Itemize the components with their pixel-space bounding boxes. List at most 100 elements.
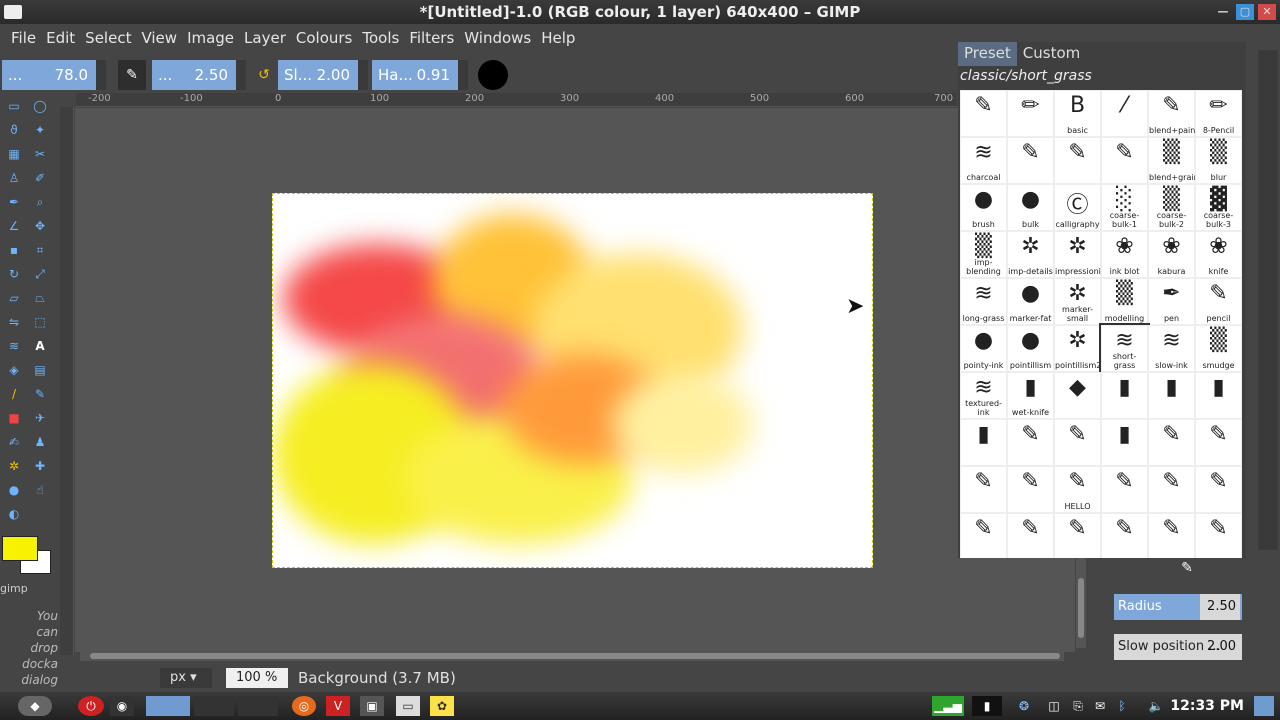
file-manager-icon[interactable]: ▣ [360,696,384,716]
brush-item[interactable]: ✎ [1101,466,1148,513]
brush-item[interactable]: ≋ textured-ink [960,372,1007,419]
brush-item[interactable]: ✎ [1101,513,1148,558]
brush-icon[interactable]: ✎ [118,60,146,90]
brush-item[interactable]: ▮ wet-knife [1007,372,1054,419]
brush-item[interactable]: ▮ [1101,419,1148,466]
menu-edit[interactable]: Edit [46,29,75,47]
cage-icon[interactable]: ⬚ [32,314,48,330]
maximize-icon[interactable]: ▢ [1236,4,1254,20]
brush-item[interactable]: ❀ kabura [1148,231,1195,278]
scissors-icon[interactable]: ✂ [32,146,48,162]
network-icon[interactable]: ❂ [1012,696,1036,716]
brush-item[interactable]: ✏ [1007,90,1054,137]
tray-icon[interactable]: ◫ [1044,696,1064,716]
menu-select[interactable]: Select [85,29,131,47]
task-button[interactable] [238,696,278,716]
vivaldi-icon[interactable]: V [326,696,350,716]
brush-item[interactable]: ● bulk [1007,184,1054,231]
horizontal-scrollbar[interactable] [80,651,1064,661]
gimp-icon[interactable]: ✿ [430,696,454,716]
brush-item[interactable]: ✲ marker-small [1054,278,1101,325]
brush-item[interactable]: ✎ [960,466,1007,513]
brush-item[interactable]: ≋ charcoal [960,137,1007,184]
tray-icon[interactable]: ✉ [1090,696,1110,716]
scroll-thumb[interactable] [1078,578,1084,638]
brush-item[interactable]: ≋ long-grass [960,278,1007,325]
move-icon[interactable]: ✥ [32,218,48,234]
eraser-icon[interactable]: ■ [6,410,22,426]
scroll-thumb[interactable] [90,653,1060,659]
brush-item[interactable]: ◆ [1054,372,1101,419]
brush-item[interactable]: Ⓒcalligraphy [1054,184,1101,231]
brush-item[interactable]: ✎ [1007,466,1054,513]
window-icon[interactable]: ▭ [396,696,420,716]
tray-icon[interactable]: ⎘ [1068,696,1088,716]
brush-item[interactable]: ✎ [1195,419,1242,466]
warp-icon[interactable]: ≋ [6,338,22,354]
brush-item[interactable]: ✎ [1007,513,1054,558]
brush-item[interactable]: ✏ 8-Pencil [1195,90,1242,137]
brush-item[interactable]: ✒ pen [1148,278,1195,325]
crop-icon[interactable]: ⌗ [32,242,48,258]
radius-spinner[interactable]: Radius 2.50 [1114,594,1242,620]
blur-icon[interactable]: ● [6,482,22,498]
brush-item[interactable]: ≋ slow-ink [1148,325,1195,372]
paintbrush-icon[interactable]: ✎ [32,386,48,402]
power-icon[interactable]: ⏻ [78,696,104,716]
menu-image[interactable]: Image [187,29,234,47]
airbrush-icon[interactable]: ✈ [32,410,48,426]
brush-item[interactable]: ▒ blend+grain [1148,137,1199,184]
text-icon[interactable]: A [32,338,48,354]
brush-item[interactable]: ✎ [960,513,1007,558]
brush-item[interactable]: ✎ [1148,419,1195,466]
brush-item[interactable]: ▓ coarse-bulk-3 [1195,184,1242,231]
clone-icon[interactable]: ✲ [6,458,22,474]
clock[interactable]: 12:33 PM [1170,696,1244,716]
menu-filters[interactable]: Filters [409,29,454,47]
measure-icon[interactable]: ∠ [6,218,22,234]
brush-item[interactable]: ✎ [1007,137,1054,184]
smudge-icon[interactable]: ☝ [32,482,48,498]
brush-item[interactable]: ❀ ink blot [1101,231,1148,278]
size-spinner[interactable]: ... 78.0 [2,60,106,90]
brush-item[interactable]: ✎ [1148,513,1195,558]
brush-item[interactable]: ✲ impressionism [1054,231,1113,278]
slow-position-spinner[interactable]: Slow position ... 2.00 [1114,634,1242,660]
brush-item[interactable]: ⁄ [1101,90,1148,137]
brush-item[interactable]: ▮ [1148,372,1195,419]
ink-icon[interactable]: ✍ [6,434,22,450]
brush-item[interactable]: ✎ [1148,466,1195,513]
volume-icon[interactable]: 🔈 [1146,696,1166,716]
menu-view[interactable]: View [141,29,177,47]
brush-item[interactable]: ≋ short-grass [1099,323,1150,374]
brush-item[interactable]: ▮ [1101,372,1148,419]
brush-item[interactable]: ▒ smudge [1195,325,1242,372]
color-picker-icon[interactable]: ✒ [6,194,22,210]
brush-item[interactable]: ● pointillism [1007,325,1054,372]
menu-help[interactable]: Help [541,29,575,47]
brush-item[interactable]: ✎ [1054,419,1101,466]
rotate-icon[interactable]: ↻ [6,266,22,282]
menu-colours[interactable]: Colours [296,29,352,47]
bluetooth-icon[interactable]: ᛒ [1112,696,1132,716]
foreground-select-icon[interactable]: ♙ [6,170,22,186]
brush-item[interactable]: ✎ [1007,419,1054,466]
brush-item[interactable]: ✎ [960,90,1007,137]
bucket-fill-icon[interactable]: ◈ [6,362,22,378]
brush-item[interactable]: ● pointy-ink [960,325,1007,372]
brush-item[interactable]: ✲ imp-details [1007,231,1054,278]
brush-item[interactable]: ▮ [1195,372,1242,419]
color-select-icon[interactable]: ▦ [6,146,22,162]
task-button[interactable] [194,696,234,716]
brush-item[interactable]: ✎ [1195,466,1242,513]
align-icon[interactable]: ▪ [6,242,22,258]
brush-item[interactable]: ░ coarse-bulk-1 [1101,184,1148,231]
brush-item[interactable]: ▒ coarse-bulk-2 [1148,184,1195,231]
slow-spinner[interactable]: Sl... 2.00 [278,60,368,90]
heal-icon[interactable]: ✚ [32,458,48,474]
rect-select-icon[interactable]: ▭ [6,98,22,114]
fuzzy-select-icon[interactable]: ✦ [32,122,48,138]
brush-item[interactable]: ✎ pencil [1195,278,1242,325]
tab-preset[interactable]: Preset [958,42,1017,66]
brush-item[interactable]: ▮ [960,419,1007,466]
